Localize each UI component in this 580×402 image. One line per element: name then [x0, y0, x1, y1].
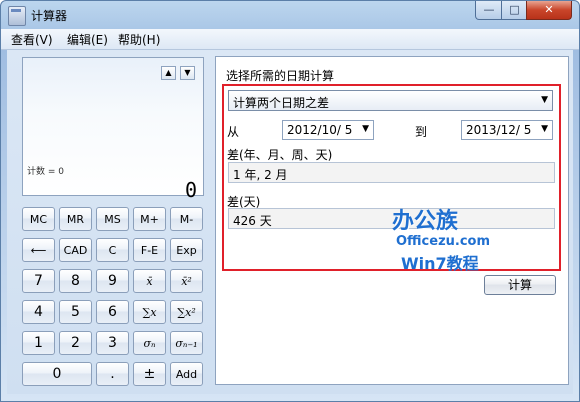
key-decimal[interactable]: . [96, 362, 129, 386]
watermark-site: Officezu.com [396, 234, 491, 249]
key-cad[interactable]: CAD [59, 238, 92, 262]
key-sigma-n-1[interactable]: σₙ₋₁ [170, 331, 203, 355]
to-date-value: 2013/12/ 5 [466, 123, 532, 137]
key-backspace[interactable]: ⟵ [22, 238, 55, 262]
key-mr[interactable]: MR [59, 207, 92, 231]
calculator-window: 计算器 — □ ✕ 查看(V) 编辑(E) 帮助(H) ▲ ▼ 计数 = 0 0… [0, 0, 580, 402]
key-f-e[interactable]: F-E [133, 238, 166, 262]
menu-view[interactable]: 查看(V) [11, 31, 53, 48]
history-up-button[interactable]: ▲ [161, 66, 176, 80]
title-bar: 计算器 — □ ✕ [1, 1, 579, 29]
close-button[interactable]: ✕ [526, 1, 572, 20]
minimize-button[interactable]: — [475, 1, 503, 20]
key-sum[interactable]: ∑x [133, 300, 166, 324]
key-4[interactable]: 4 [22, 300, 55, 324]
date-calculation-panel: 选择所需的日期计算 计算两个日期之差 ▼ 从 2012/10/ 5 ▼ 到 20… [215, 56, 569, 385]
key-mc[interactable]: MC [22, 207, 55, 231]
chevron-down-icon: ▼ [541, 124, 548, 134]
calculator-app-icon [8, 6, 26, 26]
menu-help[interactable]: 帮助(H) [118, 31, 160, 48]
key-sigma-n[interactable]: σₙ [133, 331, 166, 355]
calculator-body: ▲ ▼ 计数 = 0 0 MC MR MS M+ M- ⟵ CAD C F-E … [7, 50, 573, 394]
to-label: 到 [415, 125, 428, 139]
chevron-down-icon: ▼ [362, 124, 369, 134]
key-sum-squares[interactable]: ∑x² [170, 300, 203, 324]
key-negate[interactable]: ± [133, 362, 166, 386]
key-mean[interactable]: x̄ [133, 269, 166, 293]
key-1[interactable]: 1 [22, 331, 55, 355]
key-add[interactable]: Add [170, 362, 203, 386]
compute-button[interactable]: 计算 [484, 275, 556, 295]
highlight-box: 计算两个日期之差 ▼ 从 2012/10/ 5 ▼ 到 2013/12/ 5 ▼… [222, 84, 561, 273]
key-m-plus[interactable]: M+ [133, 207, 166, 231]
memory-count-label: 计数 = 0 [27, 167, 64, 177]
from-date-picker[interactable]: 2012/10/ 5 ▼ [282, 120, 374, 140]
window-title: 计算器 [31, 9, 68, 23]
key-exp[interactable]: Exp [170, 238, 203, 262]
days-value: 426 天 [233, 214, 272, 228]
key-6[interactable]: 6 [96, 300, 129, 324]
key-mean-squares[interactable]: x̄² [170, 269, 203, 293]
key-ms[interactable]: MS [96, 207, 129, 231]
menu-bar: 查看(V) 编辑(E) 帮助(H) [1, 29, 579, 50]
key-9[interactable]: 9 [96, 269, 129, 293]
history-down-button[interactable]: ▼ [180, 66, 195, 80]
to-date-picker[interactable]: 2013/12/ 5 ▼ [461, 120, 553, 140]
difference-result: 1 年, 2 月 [228, 162, 555, 183]
calculator-display: ▲ ▼ 计数 = 0 0 [22, 57, 204, 202]
watermark-logo-text: 办公族 [392, 209, 459, 234]
calculation-mode-value: 计算两个日期之差 [233, 96, 330, 110]
key-m-minus[interactable]: M- [170, 207, 203, 231]
calculation-mode-select[interactable]: 计算两个日期之差 ▼ [228, 90, 553, 111]
difference-value: 1 年, 2 月 [233, 168, 288, 182]
menu-edit[interactable]: 编辑(E) [67, 31, 108, 48]
key-2[interactable]: 2 [59, 331, 92, 355]
difference-label: 差(年、月、周、天) [227, 148, 333, 162]
panel-title: 选择所需的日期计算 [226, 69, 335, 83]
from-label: 从 [227, 125, 240, 139]
key-0[interactable]: 0 [22, 362, 92, 386]
watermark-logo: 办公族 [392, 203, 482, 234]
from-date-value: 2012/10/ 5 [287, 123, 353, 137]
maximize-button[interactable]: □ [501, 1, 528, 20]
key-5[interactable]: 5 [59, 300, 92, 324]
display-value: 0 [184, 178, 197, 202]
watermark-subtitle: Win7教程 [401, 254, 479, 273]
key-7[interactable]: 7 [22, 269, 55, 293]
chevron-down-icon: ▼ [541, 95, 548, 105]
key-8[interactable]: 8 [59, 269, 92, 293]
key-clear[interactable]: C [96, 238, 129, 262]
key-3[interactable]: 3 [96, 331, 129, 355]
